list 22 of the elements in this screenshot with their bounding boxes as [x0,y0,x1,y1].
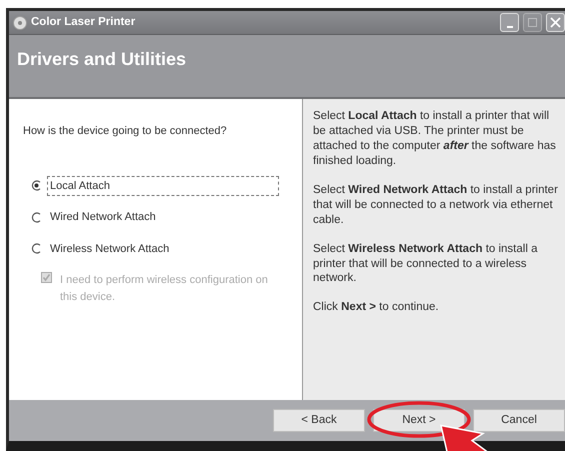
help-paragraph: Select Wireless Network Attach to install a printer that will be connected to a wireless network. [313,242,538,286]
app-disc-icon [13,16,27,30]
minimize-icon [506,26,512,28]
radio-button[interactable] [31,180,42,192]
help-paragraph: Click Next > to continue. [313,300,440,316]
dialog-button[interactable]: Cancel [473,409,565,432]
radio-button[interactable] [31,212,42,223]
page-heading: Drivers and Utilities [17,49,186,71]
close-button[interactable] [546,13,565,32]
option-label: Local Attach [47,176,279,196]
maximize-icon [525,15,540,30]
question-text: How is the device going to be connected? [23,124,227,139]
window-title: Color Laser Printer [31,14,136,30]
option-label: Wired Network Attach [49,210,157,225]
option-label: Wireless Network Attach [49,242,170,256]
option-label: I need to perform wireless configuration on this device. [59,273,269,304]
help-paragraph: Select Local Attach to install a printer that will be attached via USB. The printer must be attached to the computer after the software has finished loading. [313,109,557,169]
dialog-button[interactable]: < Back [273,409,365,432]
minimize-button[interactable] [500,13,519,32]
help-paragraph: Select Wired Network Attach to install a printer that will be connected to a network via ethernet cable. [313,182,559,228]
close-icon [548,15,563,30]
radio-button[interactable] [31,243,42,254]
